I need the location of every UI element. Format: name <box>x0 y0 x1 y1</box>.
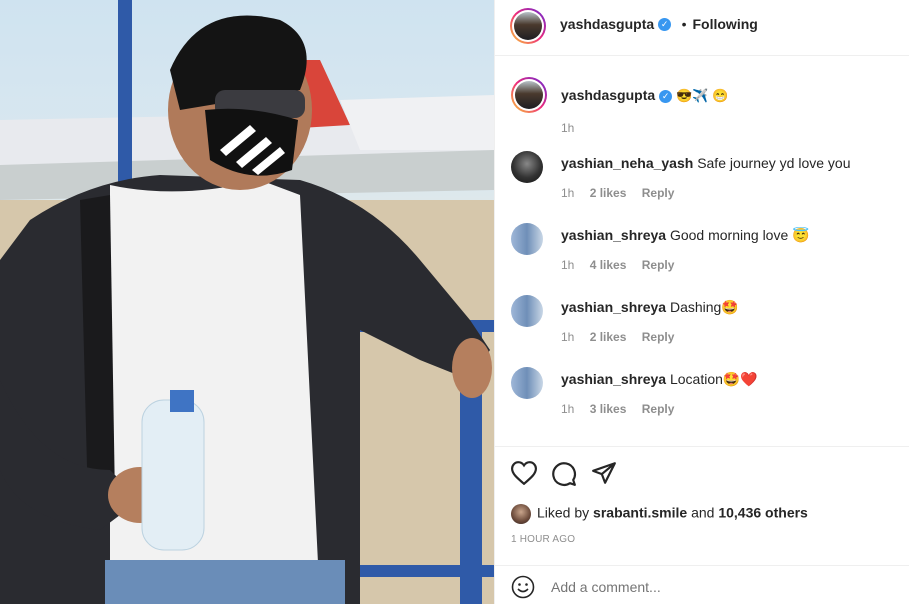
heart-icon <box>510 461 538 486</box>
comment-time: 1h <box>561 186 575 200</box>
comment-likes[interactable]: 4 likes <box>590 258 627 272</box>
reply-button[interactable]: Reply <box>642 402 675 416</box>
comments-list[interactable]: yashdasgupta ✓ 😎✈️ 😁 1h yashian_neha_yash… <box>495 57 909 445</box>
smiley-icon <box>511 575 535 599</box>
likes-prefix: Liked by <box>537 504 590 521</box>
comment-username[interactable]: yashian_shreya <box>561 227 666 243</box>
comment-username[interactable]: yashian_shreya <box>561 299 666 315</box>
emoji-button[interactable] <box>511 575 535 604</box>
post-photo[interactable] <box>0 0 494 604</box>
comment-time: 1h <box>561 402 575 416</box>
comment-text: Location🤩❤️ <box>669 371 758 387</box>
likes-others[interactable]: 10,436 others <box>718 505 808 521</box>
comment-time: 1h <box>561 330 575 344</box>
caption-username[interactable]: yashdasgupta <box>561 87 655 103</box>
author-avatar[interactable] <box>510 8 546 44</box>
comment-username[interactable]: yashian_neha_yash <box>561 155 693 171</box>
separator-dot: • <box>681 16 687 32</box>
reply-button[interactable]: Reply <box>642 330 675 344</box>
post-actions: Liked by srabanti.smile and 10,436 other… <box>495 446 909 557</box>
comment-likes[interactable]: 2 likes <box>590 186 627 200</box>
likes-summary: Liked by srabanti.smile and 10,436 other… <box>511 504 808 524</box>
following-button[interactable]: Following <box>693 16 758 32</box>
post-timestamp: 1 HOUR AGO <box>511 534 576 545</box>
reply-button[interactable]: Reply <box>642 258 675 272</box>
comment-bubble-icon <box>552 462 576 486</box>
comment-text: Safe journey yd love you <box>697 155 851 171</box>
verified-badge-icon: ✓ <box>659 89 673 103</box>
likes-middle: and <box>691 504 715 521</box>
liker-avatar[interactable] <box>511 504 531 524</box>
reply-button[interactable]: Reply <box>642 186 675 200</box>
post-photo-illustration <box>0 0 494 604</box>
like-button[interactable] <box>510 461 538 490</box>
comment-input[interactable] <box>549 576 883 598</box>
share-button[interactable] <box>591 461 617 490</box>
comment-username[interactable]: yashian_shreya <box>561 371 666 387</box>
paper-plane-icon <box>592 462 616 484</box>
verified-badge-icon: ✓ <box>658 18 672 32</box>
caption-author-avatar[interactable] <box>511 77 547 113</box>
post-header: yashdasgupta ✓ • Following <box>495 0 909 56</box>
comment-likes[interactable]: 2 likes <box>590 330 627 344</box>
post-details-panel: yashdasgupta ✓ • Following yashdasgupta ✓ 😎… <box>494 0 909 604</box>
comment-time: 1h <box>561 258 575 272</box>
caption-time: 1h <box>561 121 575 135</box>
commenter-avatar[interactable] <box>511 367 543 399</box>
add-comment-bar <box>495 565 909 605</box>
comment-text: Good morning love 😇 <box>669 227 810 243</box>
caption-text: 😎✈️ 😁 <box>676 88 729 104</box>
commenter-avatar[interactable] <box>511 295 543 327</box>
author-username[interactable]: yashdasgupta <box>560 16 654 32</box>
commenter-avatar[interactable] <box>511 151 543 183</box>
liker-username[interactable]: srabanti.smile <box>593 505 687 521</box>
commenter-avatar[interactable] <box>511 223 543 255</box>
comment-button[interactable] <box>551 461 577 492</box>
comment-likes[interactable]: 3 likes <box>590 402 627 416</box>
comment-text: Dashing🤩 <box>669 299 739 315</box>
